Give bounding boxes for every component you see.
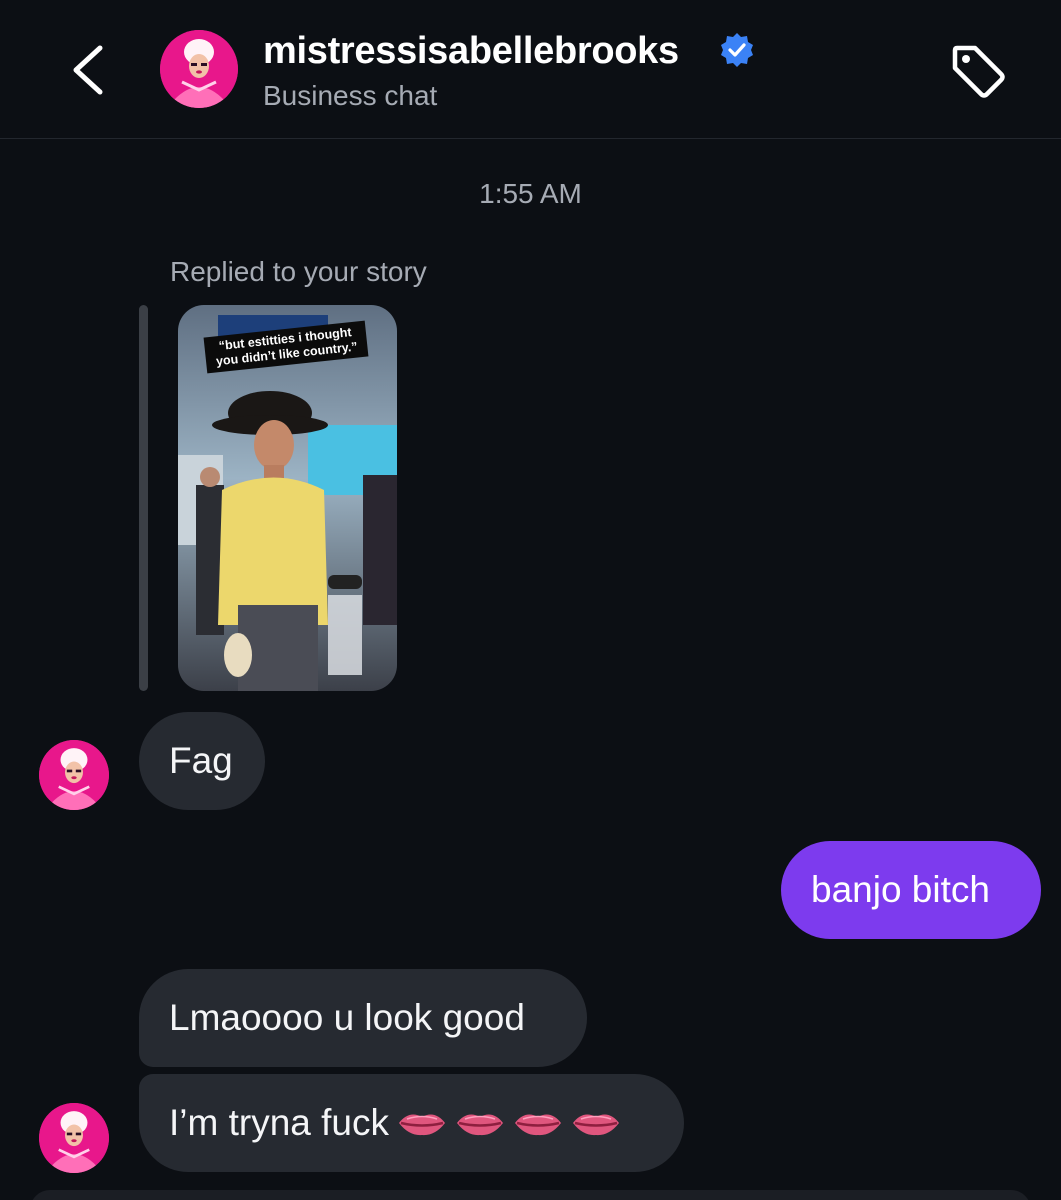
username[interactable]: mistressisabellebrooks bbox=[263, 30, 679, 73]
message-text: I’m tryna fuck bbox=[169, 1102, 389, 1143]
message-composer[interactable] bbox=[30, 1190, 1031, 1200]
avatar-image bbox=[39, 1103, 109, 1173]
lips-emoji-icon bbox=[513, 1108, 563, 1138]
lips-emoji-icon bbox=[455, 1108, 505, 1138]
label-tag-button[interactable] bbox=[945, 38, 1011, 104]
sender-avatar[interactable] bbox=[39, 740, 109, 810]
dm-screen: mistressisabellebrooks Business chat 1:5… bbox=[0, 0, 1061, 1200]
back-button[interactable] bbox=[58, 38, 118, 102]
message-text: Fag bbox=[169, 740, 233, 781]
sender-avatar[interactable] bbox=[39, 1103, 109, 1173]
message-text: Lmaoooo u look good bbox=[169, 997, 525, 1038]
lips-emoji-icon bbox=[397, 1108, 447, 1138]
reply-indicator-bar bbox=[139, 305, 148, 691]
tag-icon bbox=[952, 45, 1005, 98]
story-thumbnail[interactable]: “but estitties i thought you didn’t like… bbox=[178, 305, 397, 691]
message-bubble-incoming[interactable]: I’m tryna fuck bbox=[139, 1074, 684, 1172]
message-bubble-incoming[interactable]: Lmaoooo u look good bbox=[139, 969, 587, 1067]
message-bubble-incoming[interactable]: Fag bbox=[139, 712, 265, 810]
message-bubble-outgoing[interactable]: banjo bitch bbox=[781, 841, 1041, 939]
replied-to-story-label: Replied to your story bbox=[170, 256, 427, 287]
verified-badge-icon bbox=[721, 33, 753, 67]
chevron-left-icon bbox=[73, 45, 103, 95]
lips-emoji-icon bbox=[571, 1108, 621, 1138]
profile-avatar[interactable] bbox=[160, 30, 238, 108]
avatar-image bbox=[39, 740, 109, 810]
chat-header: mistressisabellebrooks Business chat bbox=[0, 0, 1061, 139]
message-text: banjo bitch bbox=[811, 869, 990, 910]
chat-subtitle: Business chat bbox=[263, 80, 438, 111]
avatar-image bbox=[160, 30, 238, 108]
message-timestamp: 1:55 AM bbox=[479, 178, 582, 209]
